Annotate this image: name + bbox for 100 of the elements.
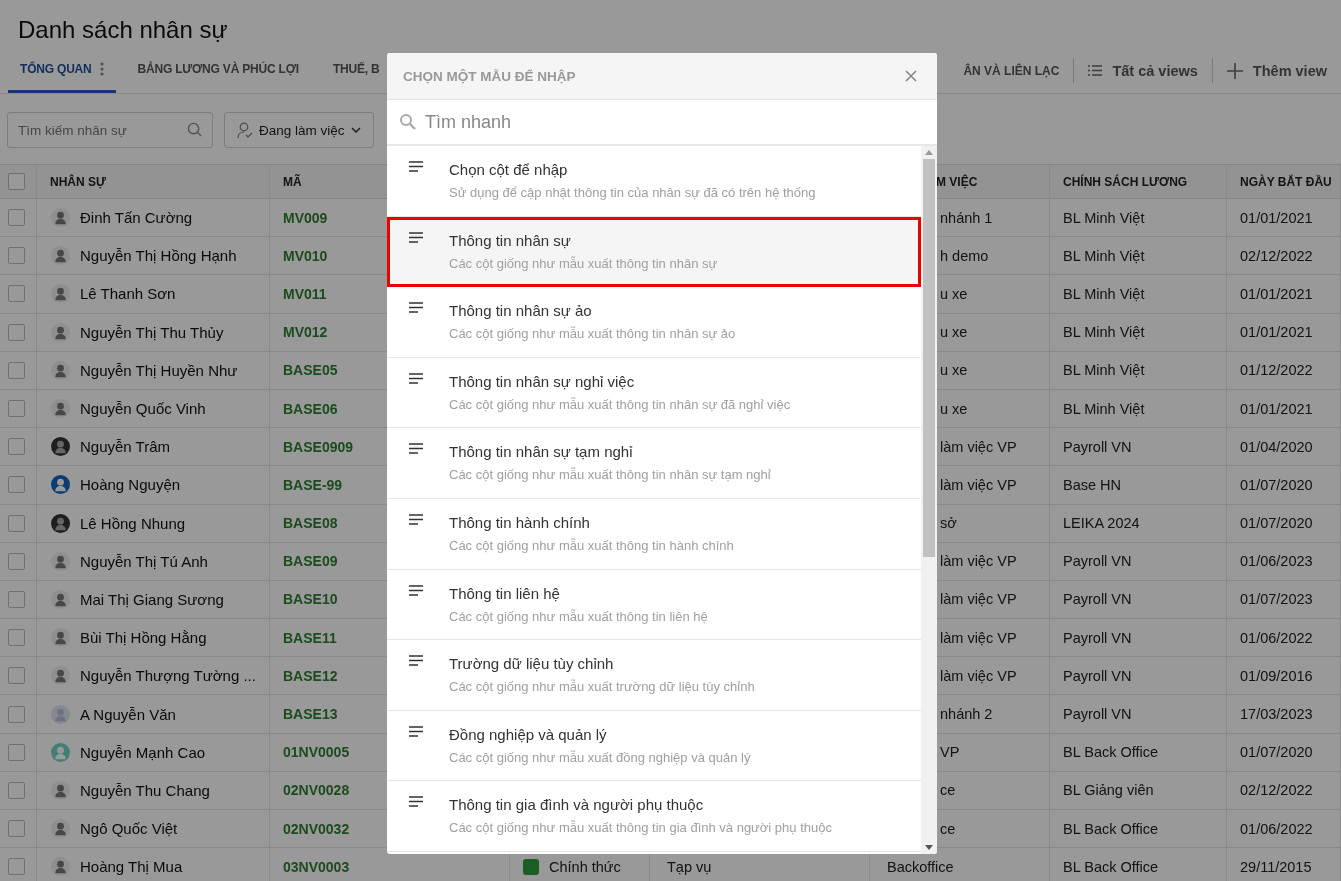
table-cell: BL Minh Việt bbox=[1063, 324, 1145, 341]
avatar-icon bbox=[51, 284, 70, 304]
search-icon bbox=[187, 122, 202, 137]
page-title: Danh sách nhân sự bbox=[17, 15, 229, 45]
employee-name: Nguyễn Thu Chang bbox=[80, 781, 210, 799]
status-dropdown[interactable]: Đang làm việc bbox=[224, 112, 374, 148]
employee-code: BASE06 bbox=[283, 400, 338, 417]
table-cell: 01/06/2023 bbox=[1240, 553, 1313, 570]
template-description: Sử dụng để cập nhật thông tin của nhân sự đã có trên hệ thống bbox=[449, 185, 816, 200]
table-cell: h demo bbox=[940, 247, 989, 264]
template-title: Thông tin hành chính bbox=[449, 513, 591, 531]
table-cell: 01/07/2020 bbox=[1240, 476, 1313, 493]
row-checkbox[interactable] bbox=[8, 781, 25, 799]
row-checkbox[interactable] bbox=[8, 247, 25, 265]
table-cell: Payroll VN bbox=[1063, 667, 1132, 684]
avatar-icon bbox=[51, 742, 70, 762]
search-field[interactable]: Tìm kiếm nhân sự bbox=[7, 112, 213, 148]
template-title: Thông tin nhân sự nghỉ việc bbox=[449, 372, 636, 390]
template-item[interactable]: Thông tin nhân sự Các cột giống như mẫu xuất thông tin nhân sự bbox=[387, 216, 921, 288]
table-cell: Tạp vụ bbox=[667, 858, 712, 875]
employee-code: BASE-99 bbox=[283, 476, 343, 493]
lines-icon bbox=[409, 513, 423, 525]
select-all-checkbox[interactable] bbox=[8, 173, 25, 190]
row-checkbox[interactable] bbox=[8, 743, 25, 761]
scroll-up-icon[interactable] bbox=[925, 150, 933, 155]
tab[interactable]: ÂN VÀ LIÊN LẠC bbox=[949, 48, 1074, 93]
table-cell: u xe bbox=[940, 324, 968, 341]
table-cell: BL Minh Việt bbox=[1063, 362, 1145, 379]
avatar-icon bbox=[51, 857, 70, 877]
all-views-button[interactable]: Tất cả views bbox=[1074, 48, 1212, 93]
table-cell: làm việc VP bbox=[940, 667, 1017, 684]
user-icon bbox=[237, 121, 253, 139]
table-cell: 02/12/2022 bbox=[1240, 782, 1313, 799]
table-cell: 01/07/2020 bbox=[1240, 744, 1313, 761]
avatar-icon bbox=[51, 589, 70, 609]
employee-code: BASE11 bbox=[283, 629, 337, 646]
add-view-button[interactable]: Thêm view bbox=[1212, 48, 1341, 93]
row-checkbox[interactable] bbox=[8, 629, 25, 647]
template-title: Thông tin nhân sự ảo bbox=[449, 302, 593, 320]
employee-name: Nguyễn Thị Hồng Hạnh bbox=[80, 247, 237, 265]
table-cell: VP bbox=[940, 744, 960, 761]
template-description: Các cột giống như mẫu xuất thông tin nhân sự tạm nghỉ bbox=[449, 467, 771, 483]
avatar-icon bbox=[51, 322, 70, 342]
row-checkbox[interactable] bbox=[8, 590, 25, 608]
avatar-icon bbox=[51, 360, 70, 380]
row-checkbox[interactable] bbox=[8, 438, 25, 456]
table-cell: Payroll VN bbox=[1063, 553, 1132, 570]
close-button[interactable] bbox=[903, 68, 919, 84]
table-cell: Payroll VN bbox=[1063, 438, 1132, 455]
table-cell: làm việc VP bbox=[940, 476, 1017, 493]
template-description: Các cột giống như mẫu xuất thông tin hành chính bbox=[449, 537, 734, 553]
row-checkbox[interactable] bbox=[8, 209, 25, 227]
table-cell: BL Back Office bbox=[1063, 820, 1159, 837]
row-checkbox[interactable] bbox=[8, 858, 25, 876]
table-cell: 01/01/2021 bbox=[1240, 285, 1313, 302]
employee-code: BASE08 bbox=[283, 515, 338, 532]
employee-code: 02NV0028 bbox=[283, 782, 350, 799]
list-icon bbox=[1088, 65, 1103, 76]
template-title: Thông tin liên hệ bbox=[449, 584, 561, 602]
row-checkbox[interactable] bbox=[8, 667, 25, 685]
table-cell: LEIKA 2024 bbox=[1063, 515, 1140, 532]
row-checkbox[interactable] bbox=[8, 820, 25, 838]
row-checkbox[interactable] bbox=[8, 514, 25, 532]
employee-name: Lê Hồng Nhung bbox=[80, 514, 186, 532]
template-description: Các cột giống như mẫu xuất đồng nghiệp và quản lý bbox=[449, 749, 751, 765]
more-icon[interactable] bbox=[99, 62, 104, 76]
employee-name: Nguyễn Thượng Tường ... bbox=[80, 667, 256, 685]
row-checkbox[interactable] bbox=[8, 285, 25, 303]
tab[interactable]: BẢNG LƯƠNG VÀ PHÚC LỢI bbox=[125, 48, 311, 93]
column-header: NGÀY BẮT ĐẦU bbox=[1240, 174, 1332, 189]
lines-icon bbox=[409, 655, 423, 667]
row-checkbox[interactable] bbox=[8, 552, 25, 570]
table-cell: BL Minh Việt bbox=[1063, 247, 1145, 264]
row-checkbox[interactable] bbox=[8, 361, 25, 379]
row-checkbox[interactable] bbox=[8, 705, 25, 723]
row-checkbox[interactable] bbox=[8, 400, 25, 418]
template-title: Trường dữ liệu tùy chỉnh bbox=[449, 655, 615, 673]
employee-name: Nguyễn Trâm bbox=[80, 438, 171, 456]
employee-name: Hoàng Thị Mua bbox=[80, 858, 183, 876]
close-icon bbox=[903, 68, 919, 84]
employee-code: 02NV0032 bbox=[283, 820, 350, 837]
table-cell: ce bbox=[940, 820, 956, 837]
scroll-down-icon[interactable] bbox=[925, 845, 933, 850]
table-cell: BL Giảng viên bbox=[1063, 782, 1154, 799]
table-cell: BL Minh Việt bbox=[1063, 400, 1145, 417]
employee-code: 01NV0005 bbox=[283, 744, 350, 761]
scrollbar-thumb[interactable] bbox=[923, 159, 935, 557]
tab[interactable]: TỔNG QUAN bbox=[8, 48, 116, 93]
employee-code: BASE05 bbox=[283, 362, 338, 379]
search-icon bbox=[399, 113, 417, 131]
employee-name: Nguyễn Thị Thu Thủy bbox=[80, 323, 224, 341]
employee-name: Nguyễn Thị Huyền Như bbox=[80, 361, 238, 379]
table-cell: Chính thức bbox=[549, 858, 621, 875]
row-checkbox[interactable] bbox=[8, 476, 25, 494]
lines-icon bbox=[409, 161, 423, 172]
template-title: Đồng nghiệp và quản lý bbox=[449, 725, 608, 743]
scrollbar[interactable] bbox=[921, 146, 937, 854]
row-checkbox[interactable] bbox=[8, 323, 25, 341]
table-cell: u xe bbox=[940, 362, 968, 379]
employee-name: A Nguyễn Văn bbox=[80, 705, 176, 723]
